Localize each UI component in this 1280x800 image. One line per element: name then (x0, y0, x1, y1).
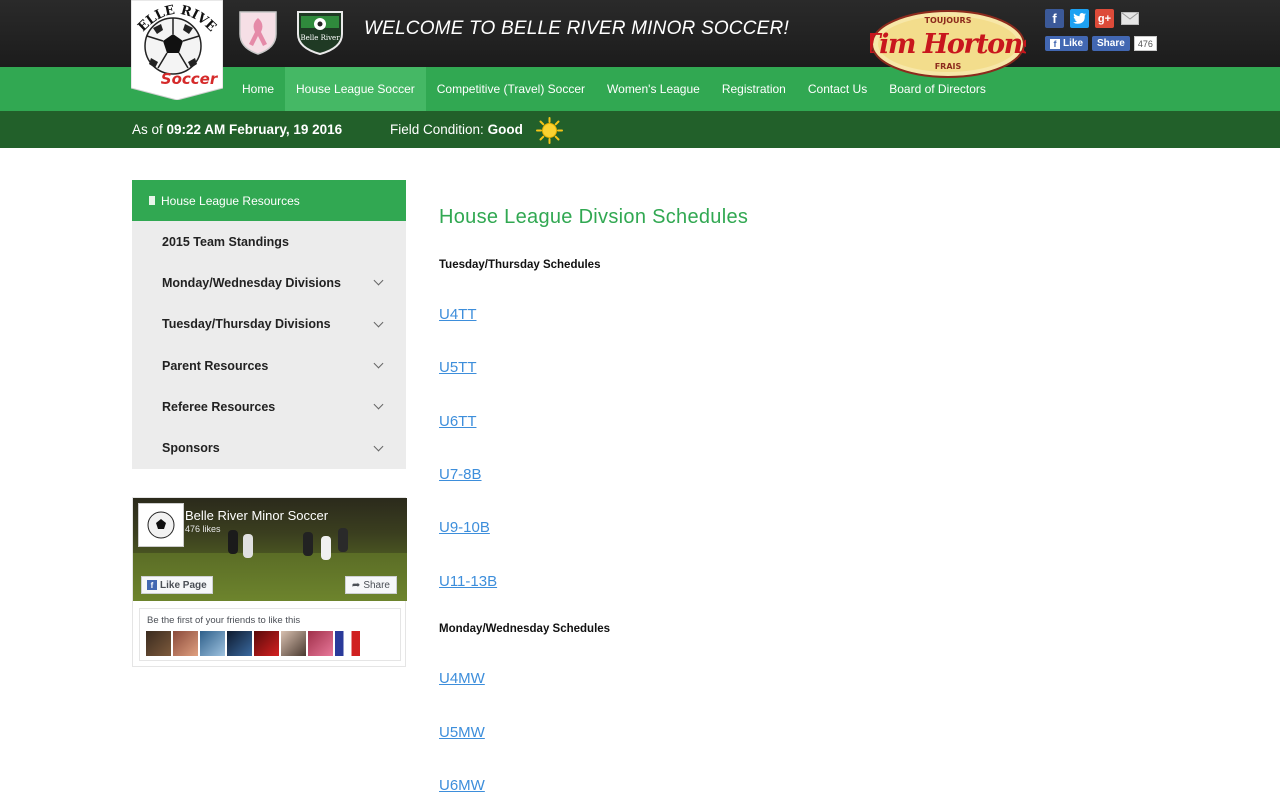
nav-item-competitive[interactable]: Competitive (Travel) Soccer (426, 67, 596, 111)
nav-item-home[interactable]: Home (231, 67, 285, 111)
pink-ribbon-crest[interactable] (234, 8, 282, 56)
facebook-page-avatar[interactable] (138, 503, 184, 547)
social-icons: f g+ (1045, 9, 1140, 28)
asof-value: 09:22 AM February, 19 2016 (166, 122, 343, 137)
sidebar-header[interactable]: House League Resources (132, 180, 406, 221)
google-plus-icon[interactable]: g+ (1095, 9, 1114, 28)
sidebar-item-label: Sponsors (162, 441, 220, 456)
field-condition-label: Field Condition: (390, 122, 484, 137)
email-icon[interactable] (1120, 9, 1140, 28)
friend-avatar[interactable] (308, 631, 333, 656)
schedule-link-u6tt[interactable]: U6TT (439, 413, 477, 430)
sponsor-text-bottom: FRAIS (935, 62, 962, 71)
friend-avatar[interactable] (227, 631, 252, 656)
sidebar-item-label: Referee Resources (162, 399, 276, 414)
chevron-down-icon (373, 441, 384, 452)
schedule-link-u11-13b[interactable]: U11-13B (439, 573, 497, 590)
facebook-like-page-button[interactable]: f Like Page (141, 576, 213, 594)
facebook-widget-share-label: Share (363, 579, 390, 591)
sidebar-item-tt-divisions[interactable]: Tuesday/Thursday Divisions (132, 304, 406, 345)
sponsor-text-top: TOUJOURS (925, 16, 972, 25)
facebook-page-widget: Belle River Minor Soccer 476 likes f Lik… (132, 497, 407, 667)
nav-item-womens-league[interactable]: Women's League (596, 67, 711, 111)
nav-item-registration[interactable]: Registration (711, 67, 797, 111)
field-condition-value: Good (487, 122, 523, 137)
sidebar-list: 2015 Team Standings Monday/Wednesday Div… (132, 221, 406, 469)
schedule-link-u6mw[interactable]: U6MW (439, 777, 485, 794)
facebook-share-label: Share (1097, 38, 1125, 49)
nav-item-contact[interactable]: Contact Us (797, 67, 878, 111)
sidebar-item-label: Parent Resources (162, 358, 269, 373)
tim-hortons-sponsor-logo[interactable]: TOUJOURS Tim Hortons FRAIS (861, 6, 1038, 78)
schedule-link-u5mw[interactable]: U5MW (439, 724, 485, 741)
page-title: House League Divsion Schedules (439, 206, 749, 228)
schedule-link-u9-10b[interactable]: U9-10B (439, 519, 490, 536)
schedule-link-u4tt[interactable]: U4TT (439, 306, 477, 323)
sidebar-item-parent-resources[interactable]: Parent Resources (132, 345, 406, 386)
chevron-down-icon (373, 358, 384, 369)
friend-avatar[interactable] (281, 631, 306, 656)
facebook-like-count: 476 (1133, 36, 1157, 51)
facebook-small-icon: f (1050, 38, 1060, 49)
facebook-friends-text: Be the first of your friends to like thi… (147, 615, 301, 626)
tuesday-thursday-heading: Tuesday/Thursday Schedules (439, 259, 601, 271)
facebook-page-likes: 476 likes (185, 524, 221, 534)
chevron-down-icon (373, 317, 384, 328)
belle-river-crest[interactable]: Belle River (292, 8, 343, 56)
sidebar-header-label: House League Resources (161, 193, 300, 208)
main-content: House League Divsion Schedules Tuesday/T… (439, 180, 1139, 794)
chevron-down-icon (373, 399, 384, 410)
facebook-like-page-label: Like Page (160, 579, 207, 591)
sidebar-item-sponsors[interactable]: Sponsors (132, 427, 406, 468)
sun-icon (536, 117, 563, 144)
facebook-page-name[interactable]: Belle River Minor Soccer (185, 508, 328, 523)
facebook-like-label: Like (1063, 38, 1084, 49)
welcome-banner: WELCOME TO BELLE RIVER MINOR SOCCER! (364, 18, 789, 39)
facebook-friends-panel: Be the first of your friends to like thi… (139, 608, 401, 661)
schedule-link-u4mw[interactable]: U4MW (439, 670, 485, 687)
sidebar-item-referee-resources[interactable]: Referee Resources (132, 386, 406, 427)
sidebar-item-label: Tuesday/Thursday Divisions (162, 317, 331, 332)
friend-avatar[interactable] (173, 631, 198, 656)
chevron-down-icon (373, 275, 384, 286)
sidebar-item-label: 2015 Team Standings (162, 234, 289, 249)
friend-avatar[interactable] (200, 631, 225, 656)
crest-green-text: Belle River (300, 34, 340, 42)
facebook-share-button[interactable]: Share (1092, 36, 1130, 51)
logo-text-bottom: Soccer (161, 70, 219, 88)
schedule-link-u5tt[interactable]: U5TT (439, 359, 477, 376)
field-status-bar: As of 09:22 AM February, 19 2016 Field C… (0, 111, 1280, 148)
sidebar-item-team-standings[interactable]: 2015 Team Standings (132, 221, 406, 262)
facebook-icon[interactable]: f (1045, 9, 1064, 28)
asof-label: As of (132, 122, 163, 137)
sidebar-item-label: Monday/Wednesday Divisions (162, 275, 341, 290)
schedule-link-u7-8b[interactable]: U7-8B (439, 466, 482, 483)
facebook-share-bar: f Like Share 476 (1045, 36, 1157, 51)
friend-avatar[interactable] (335, 631, 360, 656)
twitter-icon[interactable] (1070, 9, 1089, 28)
facebook-friend-faces (146, 631, 360, 656)
monday-wednesday-heading: Monday/Wednesday Schedules (439, 623, 611, 635)
friend-avatar[interactable] (146, 631, 171, 656)
status-timestamp: As of 09:22 AM February, 19 2016 (132, 122, 342, 137)
field-condition: Field Condition: Good (390, 122, 523, 137)
sponsor-text-main: Tim Hortons (870, 29, 1026, 60)
facebook-widget-share-button[interactable]: ➦ Share (344, 576, 397, 594)
share-arrow-icon: ➦ (351, 579, 361, 591)
site-logo[interactable]: BELLE RIVER Soccer (131, 0, 223, 100)
nav-item-house-league[interactable]: House League Soccer (285, 67, 426, 111)
sidebar: House League Resources 2015 Team Standin… (132, 180, 406, 469)
facebook-like-button[interactable]: f Like (1045, 36, 1089, 51)
friend-avatar[interactable] (254, 631, 279, 656)
sidebar-item-mw-divisions[interactable]: Monday/Wednesday Divisions (132, 262, 406, 303)
sidebar-header-bullet (149, 196, 155, 205)
facebook-icon: f (147, 580, 157, 590)
